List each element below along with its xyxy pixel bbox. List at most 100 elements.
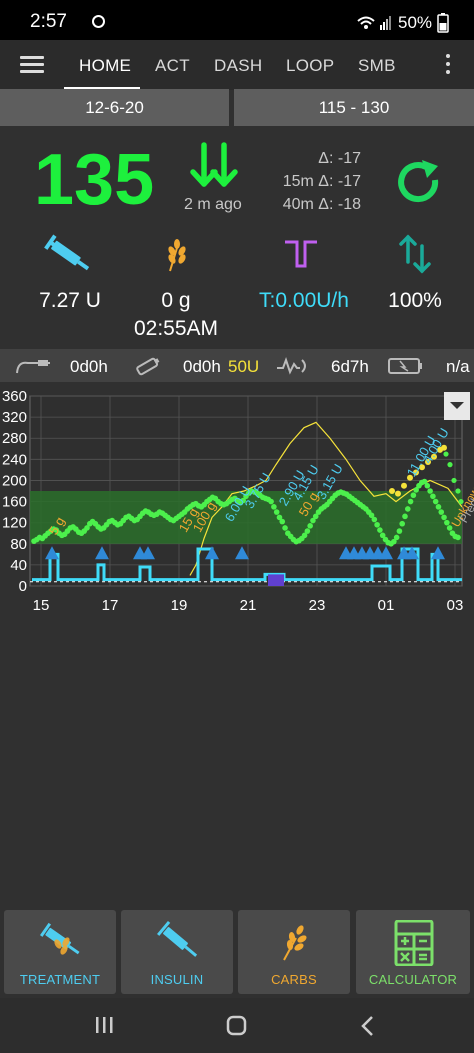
x-tick-label: 17 [102, 597, 119, 614]
bg-age: 2 m ago [184, 196, 242, 213]
tab-home[interactable]: HOME [79, 56, 131, 76]
x-tick-label: 15 [33, 597, 50, 614]
y-tick-label: 240 [2, 451, 27, 468]
bg-point [447, 462, 453, 468]
y-tick-label: 80 [10, 536, 27, 553]
treatment-button[interactable]: TREATMENT [4, 910, 116, 994]
y-tick-label: 160 [2, 494, 27, 511]
bg-point [282, 525, 288, 531]
reservoir-level: 50U [228, 357, 260, 376]
bg-prediction-point [401, 482, 407, 489]
top-navigation: HOME ACT DASH LOOP SMB [0, 40, 474, 90]
reservoir-icon [136, 357, 160, 376]
target-range-button[interactable]: 115 - 130 [234, 89, 474, 126]
y-tick-label: 0 [19, 578, 27, 595]
insulin-syringe-icon [157, 920, 198, 957]
insulin-button[interactable]: INSULIN [121, 910, 233, 994]
calculator-label: CALCULATOR [368, 972, 458, 987]
sensor-icon [277, 357, 306, 375]
x-tick-label: 19 [171, 597, 188, 614]
bg-point [399, 520, 406, 527]
bg-point [307, 523, 313, 529]
bg-point [427, 488, 433, 494]
cannula-age: 0d0h [70, 357, 108, 376]
reservoir-age: 0d0h [183, 357, 221, 376]
purple-basal-block [268, 574, 284, 586]
loop-percent: 100% [388, 289, 442, 312]
carbs-label: CARBS [271, 972, 317, 987]
bg-value: 135 [34, 140, 155, 220]
bg-prediction-point [395, 490, 401, 497]
loop-status-icon[interactable] [394, 158, 444, 208]
battery-icon [437, 13, 449, 33]
bg-point [430, 493, 436, 500]
bg-point [424, 482, 431, 489]
bg-point [371, 516, 378, 523]
carbs-button[interactable]: CARBS [238, 910, 350, 994]
tab-act[interactable]: ACT [155, 56, 190, 76]
cob-value: 0 g [161, 289, 191, 312]
bg-point [268, 498, 274, 505]
graph-menu-button[interactable] [444, 392, 470, 420]
bg-point [441, 514, 447, 521]
back-icon[interactable] [360, 1015, 376, 1037]
bg-point [435, 504, 442, 510]
syringe-icon[interactable] [44, 234, 96, 278]
home-icon[interactable] [226, 1015, 248, 1037]
bg-graph[interactable]: 0 40 80 120 160 200 240 280 320 360 15 17 19 21 23 01 0… [0, 388, 474, 620]
battery-percent: 50% [398, 13, 433, 32]
wheat-icon[interactable] [162, 238, 192, 272]
overflow-menu-icon[interactable] [443, 54, 453, 76]
bg-point [446, 525, 453, 531]
double-down-arrow-icon [190, 142, 238, 187]
y-tick-label: 40 [10, 557, 27, 574]
bg-point [377, 527, 383, 533]
bg-point [393, 534, 400, 541]
bg-point [304, 528, 311, 534]
delta-40m: 40m Δ: -18 [282, 196, 361, 213]
tab-smb[interactable]: SMB [358, 56, 396, 76]
y-tick-label: 200 [2, 472, 27, 489]
menu-icon[interactable] [20, 56, 44, 74]
cob-time: 02:55AM [133, 317, 219, 340]
y-tick-label: 360 [2, 388, 27, 405]
bg-point [443, 451, 449, 457]
tab-loop[interactable]: LOOP [286, 56, 334, 76]
basal-rate-icon[interactable] [283, 238, 319, 270]
bg-point [374, 521, 380, 528]
delta: Δ: -17 [318, 150, 361, 167]
bg-point [279, 518, 286, 525]
basal-value: T:0.00U/h [259, 289, 349, 312]
treatment-label: TREATMENT [19, 972, 101, 987]
calculator-button[interactable]: CALCULATOR [356, 910, 470, 994]
bg-point [432, 498, 439, 505]
y-tick-label: 320 [2, 409, 27, 426]
cannula-icon [16, 360, 50, 374]
y-axis-ticks: 0 40 80 120 160 200 240 280 320 360 [2, 388, 27, 595]
carbs-wheat-icon [283, 925, 307, 961]
x-tick-label: 01 [378, 597, 395, 614]
bg-point [438, 509, 445, 515]
iob-value: 7.27 U [39, 289, 101, 312]
bg-point [273, 509, 280, 515]
bg-prediction-point [389, 488, 395, 494]
recent-apps-icon[interactable] [94, 1016, 114, 1034]
x-axis-ticks: 15 17 19 21 23 01 03 [33, 597, 464, 614]
bg-point [451, 477, 457, 484]
bg-point [455, 534, 461, 541]
x-tick-label: 21 [240, 597, 257, 614]
y-tick-label: 280 [2, 430, 27, 447]
status-time: 2:57 [30, 11, 67, 32]
sensor-age: 6d7h [331, 357, 369, 376]
profile-date-button[interactable]: 12-6-20 [0, 89, 229, 126]
insulin-label: INSULIN [150, 972, 204, 987]
sync-arrows-icon[interactable] [398, 234, 432, 274]
tab-dash[interactable]: DASH [214, 56, 262, 76]
bg-point [455, 488, 461, 494]
pump-battery-icon [388, 358, 422, 374]
wifi-signal-icon [357, 16, 391, 30]
status-bar: 2:57 50% [0, 0, 474, 40]
system-navigation-bar [0, 998, 474, 1053]
pump-battery-level: n/a [446, 357, 470, 376]
x-tick-label: 23 [309, 597, 326, 614]
